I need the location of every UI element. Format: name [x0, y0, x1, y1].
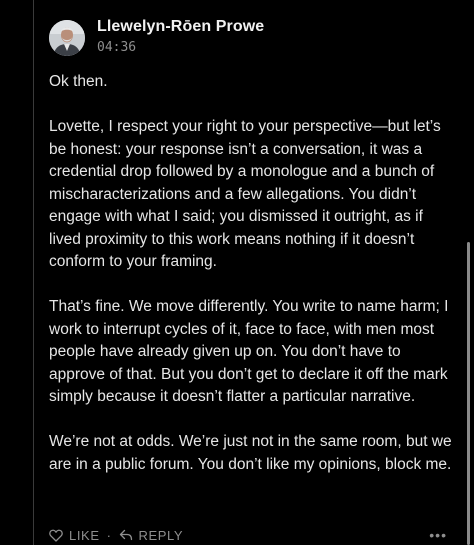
- comment: Llewelyn-Rōen Prowe 04:36 Ok then. Lovet…: [49, 17, 455, 476]
- timestamp[interactable]: 04:36: [97, 39, 264, 57]
- comment-paragraph: Lovette, I respect your right to your pe…: [49, 118, 441, 270]
- like-button[interactable]: LIKE: [49, 528, 100, 543]
- comment-body: Ok then. Lovette, I respect your right t…: [49, 71, 455, 476]
- like-label: LIKE: [69, 527, 100, 543]
- comment-actions: LIKE · REPLY •••: [49, 525, 447, 545]
- action-separator: ·: [106, 527, 112, 543]
- comment-paragraph: We’re not at odds. We’re just not in the…: [49, 433, 452, 473]
- scrollbar[interactable]: [467, 242, 470, 545]
- avatar[interactable]: [49, 20, 85, 56]
- reply-button[interactable]: REPLY: [119, 528, 184, 543]
- heart-icon: [49, 529, 63, 542]
- author-name[interactable]: Llewelyn-Rōen Prowe: [97, 17, 264, 37]
- reply-arrow-icon: [119, 529, 132, 541]
- comment-header: Llewelyn-Rōen Prowe 04:36: [49, 17, 455, 59]
- avatar-image: [49, 20, 85, 56]
- thread-line: [33, 0, 34, 545]
- reply-label: REPLY: [138, 527, 184, 543]
- comment-paragraph: That’s fine. We move differently. You wr…: [49, 298, 449, 405]
- more-options-button[interactable]: •••: [429, 527, 447, 543]
- comment-paragraph: Ok then.: [49, 73, 108, 90]
- comment-meta: Llewelyn-Rōen Prowe 04:36: [97, 17, 264, 57]
